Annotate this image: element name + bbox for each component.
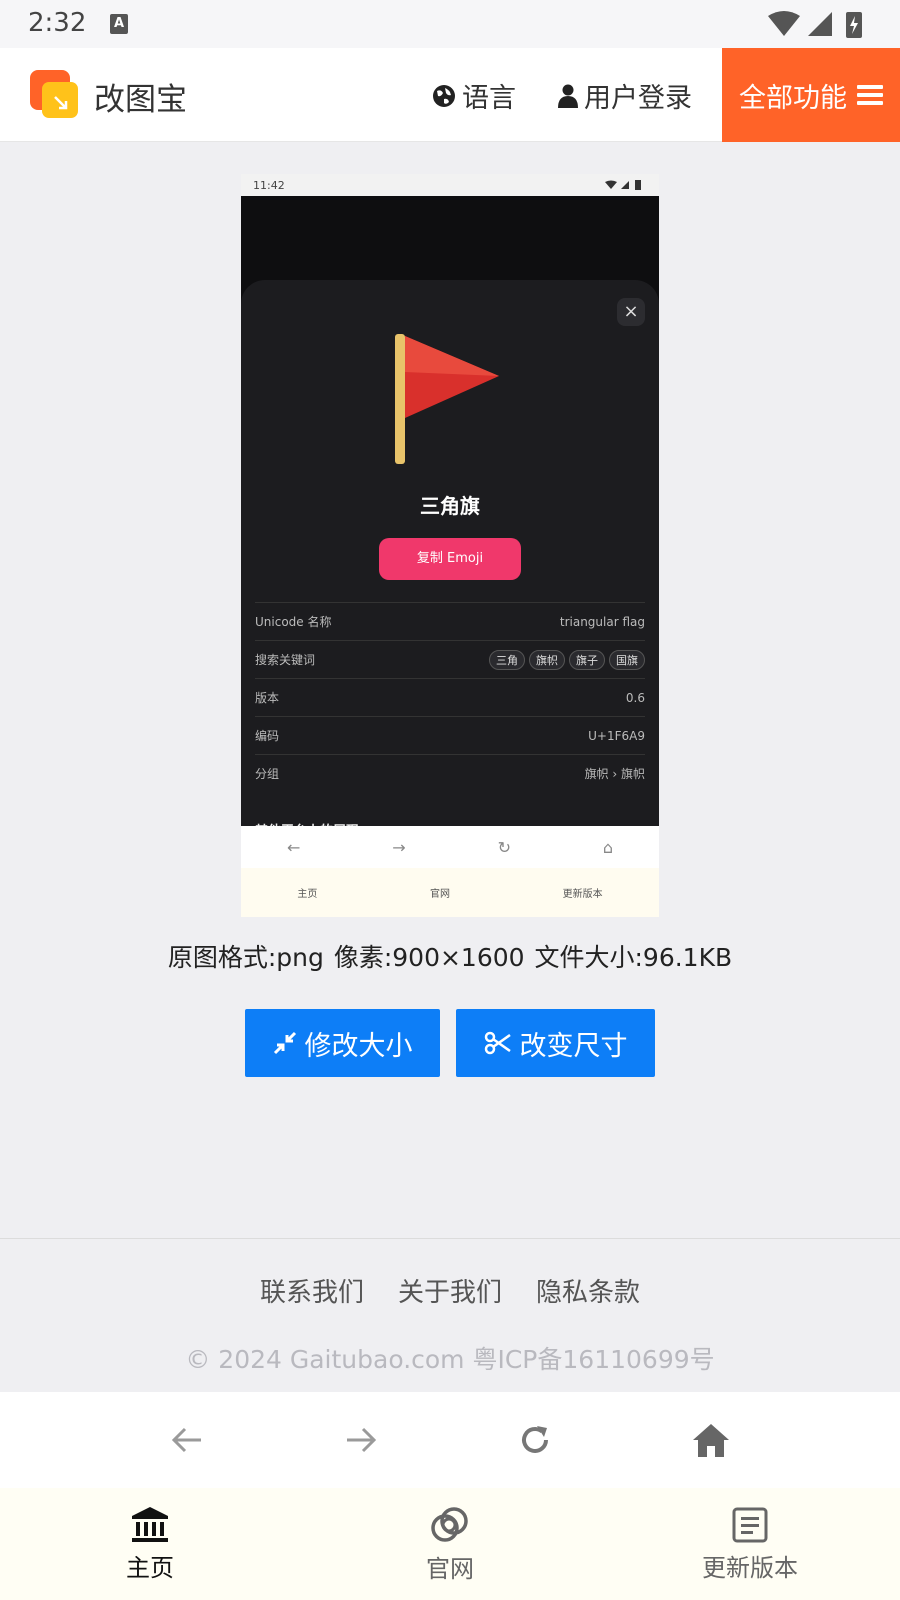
language-label: 语言 bbox=[462, 83, 516, 114]
user-icon bbox=[558, 84, 578, 108]
image-preview[interactable]: 11:42 × 三角旗 复制 Emoji Unicode 名称 triangula… bbox=[241, 174, 659, 917]
scissors-icon bbox=[484, 1031, 511, 1055]
preview-app-background: × 三角旗 复制 Emoji Unicode 名称 triangular flag… bbox=[241, 196, 659, 840]
logo-icon[interactable] bbox=[30, 70, 80, 120]
preview-status-time: 11:42 bbox=[253, 179, 285, 192]
status-time: 2:32 bbox=[28, 8, 87, 38]
tab-home[interactable]: 主页 bbox=[50, 1506, 250, 1583]
about-link[interactable]: 关于我们 bbox=[398, 1272, 502, 1309]
brand-name[interactable]: 改图宝 bbox=[94, 74, 187, 119]
footer-links: 联系我们 关于我们 隐私条款 bbox=[0, 1272, 900, 1309]
rings-icon bbox=[431, 1506, 468, 1542]
browser-bar bbox=[0, 1392, 900, 1488]
preview-row-version: 版本 0.6 bbox=[255, 678, 645, 716]
refresh-icon[interactable] bbox=[517, 1422, 553, 1458]
globe-icon bbox=[433, 84, 455, 107]
top-navigation: 改图宝 语言 用户登录 全部功能 bbox=[0, 48, 900, 142]
forward-arrow-icon[interactable] bbox=[343, 1422, 379, 1458]
preview-forward-icon: → bbox=[392, 837, 406, 857]
resize-label: 修改大小 bbox=[304, 1030, 413, 1062]
preview-tab-bar: 主页 官网 更新版本 bbox=[241, 868, 659, 917]
bottom-tab-bar: 主页 官网 更新版本 bbox=[0, 1488, 900, 1600]
tab-official-site-label: 官网 bbox=[426, 1554, 474, 1583]
home-icon[interactable] bbox=[691, 1421, 731, 1459]
preview-home-icon: ⌂ bbox=[602, 837, 614, 857]
tab-official-site[interactable]: 官网 bbox=[350, 1505, 550, 1584]
image-info: 原图格式:png 像素:900×1600 文件大小:96.1KB bbox=[167, 943, 733, 972]
footer-divider bbox=[0, 1238, 900, 1239]
preview-tab-home: 主页 bbox=[297, 889, 318, 900]
preview-row-code: 编码 U+1F6A9 bbox=[255, 716, 645, 754]
tab-home-label: 主页 bbox=[126, 1553, 174, 1582]
preview-emoji-title: 三角旗 bbox=[420, 494, 480, 518]
preview-system-icons bbox=[605, 180, 641, 190]
preview-close-icon: × bbox=[617, 298, 645, 326]
notification-icon: A bbox=[110, 14, 128, 34]
preview-row-unicode: Unicode 名称 triangular flag bbox=[255, 602, 645, 640]
status-bar: 2:32 A bbox=[0, 0, 900, 48]
preview-refresh-icon: ↻ bbox=[497, 837, 511, 857]
back-arrow-icon[interactable] bbox=[169, 1422, 205, 1458]
preview-back-icon: ← bbox=[286, 837, 301, 857]
document-icon bbox=[732, 1507, 768, 1542]
login-button[interactable]: 用户登录 bbox=[558, 76, 692, 115]
privacy-link[interactable]: 隐私条款 bbox=[536, 1272, 640, 1309]
preview-row-keywords: 搜索关键词 三角 旗帜 旗子 国旗 bbox=[255, 640, 645, 678]
copyright: © 2024 Gaitubao.com 粤ICP备16110699号 bbox=[185, 1345, 715, 1374]
resize-button[interactable]: 修改大小 bbox=[245, 1009, 440, 1077]
language-button[interactable]: 语言 bbox=[432, 76, 516, 115]
login-label: 用户登录 bbox=[584, 83, 692, 114]
all-features-button[interactable]: 全部功能 bbox=[722, 48, 900, 142]
bank-icon bbox=[132, 1506, 168, 1542]
preview-tab-site: 官网 bbox=[429, 889, 450, 900]
compress-icon bbox=[273, 1031, 296, 1055]
preview-row-group: 分组 旗帜 › 旗帜 bbox=[255, 754, 645, 792]
preview-status-bar: 11:42 bbox=[241, 174, 659, 196]
tab-update-label: 更新版本 bbox=[702, 1553, 798, 1582]
menu-icon bbox=[857, 85, 883, 105]
preview-browser-bar: ← → ↻ ⌂ bbox=[241, 826, 659, 868]
crop-button[interactable]: 改变尺寸 bbox=[456, 1009, 655, 1077]
contact-link[interactable]: 联系我们 bbox=[260, 1272, 364, 1309]
all-features-label: 全部功能 bbox=[739, 82, 847, 114]
tab-update[interactable]: 更新版本 bbox=[650, 1506, 850, 1583]
system-status-icons bbox=[768, 11, 862, 38]
preview-copy-emoji: 复制 Emoji bbox=[379, 538, 521, 580]
preview-tab-update: 更新版本 bbox=[562, 889, 603, 900]
preview-emoji-sheet: × 三角旗 复制 Emoji Unicode 名称 triangular flag… bbox=[241, 280, 659, 840]
crop-label: 改变尺寸 bbox=[519, 1030, 628, 1062]
triangular-flag-icon bbox=[395, 334, 499, 464]
